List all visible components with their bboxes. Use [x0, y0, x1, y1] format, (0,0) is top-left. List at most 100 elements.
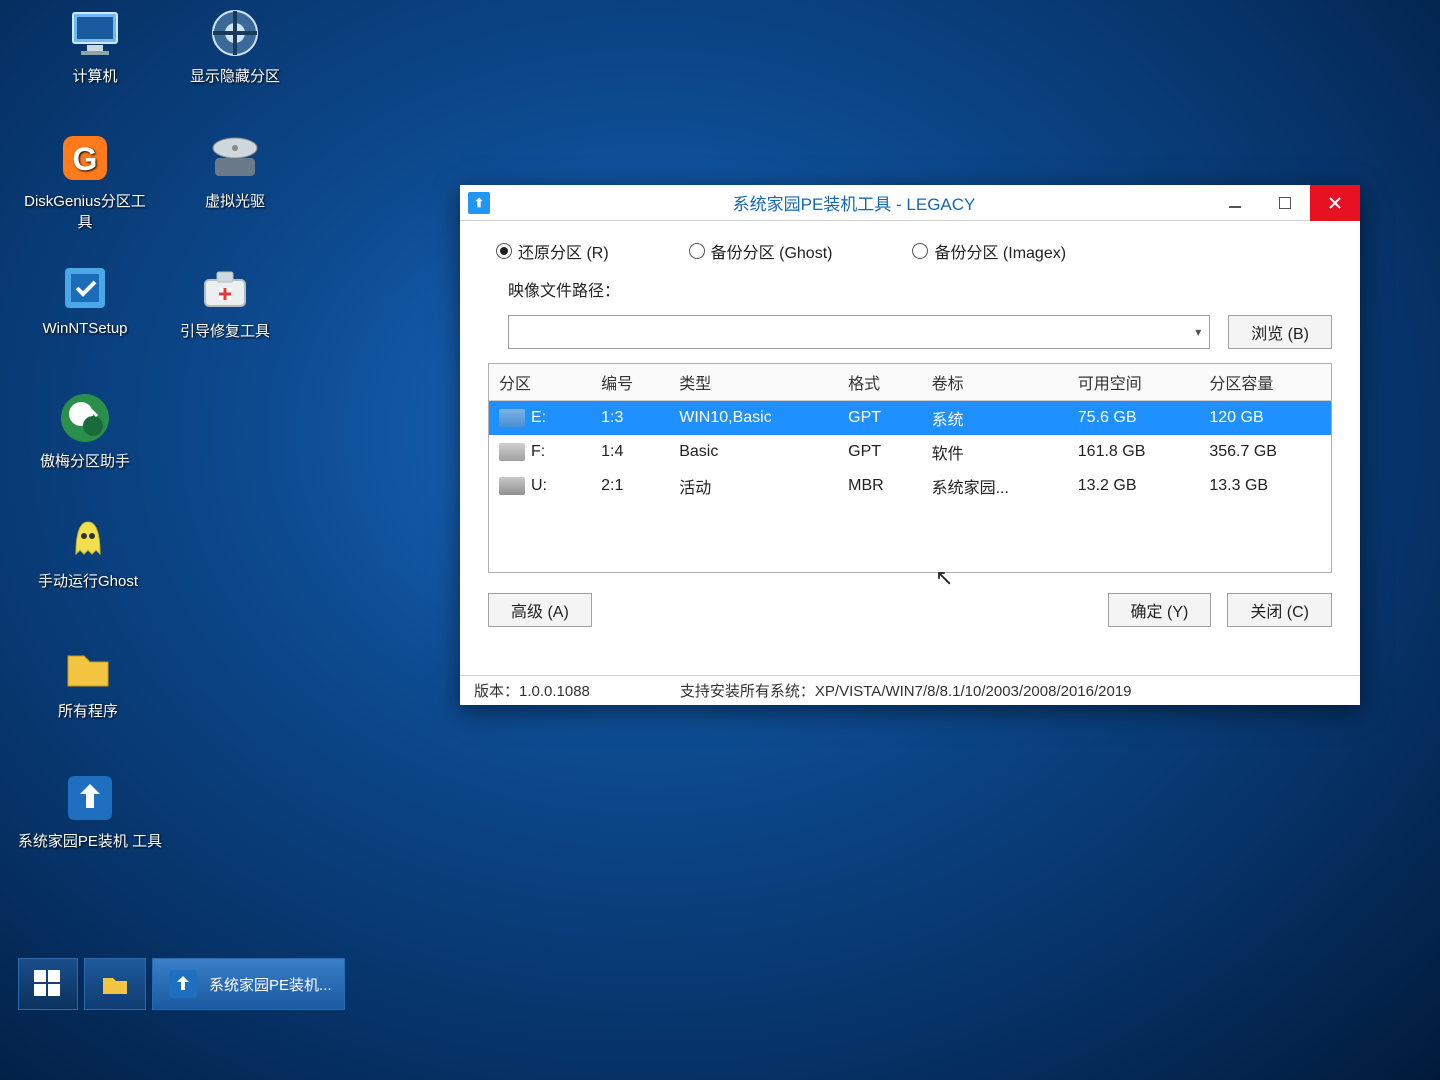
desktop-icon-diskgenius[interactable]: G DiskGenius分区工具: [20, 130, 150, 232]
radio-dot-icon: [496, 243, 512, 259]
table-cell: 13.2 GB: [1068, 469, 1200, 503]
desktop-icon-boot-repair[interactable]: 引导修复工具: [160, 260, 290, 341]
minimize-icon: [1229, 197, 1241, 209]
taskbar: 系统家园PE装机...: [18, 958, 345, 1010]
button-label: 高级 (A): [511, 598, 569, 622]
app-icon: ⬆: [468, 192, 490, 214]
table-cell: 1:3: [591, 401, 669, 436]
ok-button[interactable]: 确定 (Y): [1108, 593, 1212, 627]
computer-icon: [67, 5, 123, 61]
table-cell: 活动: [669, 469, 838, 503]
advanced-button[interactable]: 高级 (A): [488, 593, 592, 627]
button-label: 确定 (Y): [1131, 598, 1189, 622]
table-cell: GPT: [838, 401, 921, 436]
table-row[interactable]: E:1:3WIN10,BasicGPT系统75.6 GB120 GB: [489, 401, 1331, 436]
partition-icon: [207, 5, 263, 61]
maximize-icon: [1279, 197, 1291, 209]
taskbar-item-explorer[interactable]: [84, 958, 146, 1010]
table-header[interactable]: 编号: [591, 364, 669, 401]
desktop-icon-label: 显示隐藏分区: [190, 65, 280, 86]
radio-restore[interactable]: 还原分区 (R): [496, 239, 609, 263]
table-row[interactable]: U:2:1活动MBR系统家园...13.2 GB13.3 GB: [489, 469, 1331, 503]
table-cell: 软件: [922, 435, 1068, 469]
table-cell: WIN10,Basic: [669, 401, 838, 436]
table-cell: MBR: [838, 469, 921, 503]
table-cell: 356.7 GB: [1199, 435, 1331, 469]
table-header[interactable]: 格式: [838, 364, 921, 401]
drive-icon: [499, 409, 525, 427]
desktop-icon-label: 手动运行Ghost: [38, 570, 138, 591]
desktop-icon-virtual-cd[interactable]: 虚拟光驱: [170, 130, 300, 211]
desktop-icon-winntsetup[interactable]: WinNTSetup: [20, 260, 150, 337]
toolbox-icon: [197, 260, 253, 316]
ghost-icon: [60, 510, 116, 566]
drive-icon: [499, 443, 525, 461]
desktop-icon-aomei[interactable]: 傲梅分区助手: [20, 390, 150, 471]
table-cell: Basic: [669, 435, 838, 469]
aomei-icon: [57, 390, 113, 446]
radio-label: 还原分区 (R): [518, 239, 609, 263]
desktop-icon-label: 计算机: [72, 65, 117, 86]
desktop-icon-label: WinNTSetup: [42, 320, 127, 337]
table-cell: 13.3 GB: [1199, 469, 1331, 503]
version-label: 版本：1.0.0.1088: [474, 680, 590, 701]
folder-icon: [60, 640, 116, 696]
desktop-icon-pe-tool[interactable]: 系统家园PE装机 工具: [15, 770, 165, 851]
diskgenius-icon: G: [57, 130, 113, 186]
desktop-icon-computer[interactable]: 计算机: [30, 5, 160, 86]
browse-button[interactable]: 浏览 (B): [1228, 315, 1332, 349]
image-path-label: 映像文件路径：: [508, 277, 620, 301]
pe-tool-icon: [62, 770, 118, 826]
chevron-down-icon: ▾: [1195, 325, 1201, 339]
minimize-button[interactable]: [1210, 185, 1260, 221]
table-header[interactable]: 卷标: [922, 364, 1068, 401]
desktop-icon-label: 系统家园PE装机 工具: [18, 830, 162, 851]
radio-label: 备份分区 (Imagex): [934, 239, 1066, 263]
radio-backup-ghost[interactable]: 备份分区 (Ghost): [689, 239, 833, 263]
pe-tool-icon: [165, 966, 201, 1002]
support-label: 支持安装所有系统：XP/VISTA/WIN7/8/8.1/10/2003/200…: [680, 680, 1346, 701]
desktop-icon-label: 虚拟光驱: [205, 190, 265, 211]
statusbar: 版本：1.0.0.1088 支持安装所有系统：XP/VISTA/WIN7/8/8…: [460, 675, 1360, 705]
windows-icon: [34, 970, 62, 998]
desktop-icon-ghost[interactable]: 手动运行Ghost: [23, 510, 153, 591]
taskbar-item-label: 系统家园PE装机...: [209, 974, 332, 995]
table-header[interactable]: 可用空间: [1068, 364, 1200, 401]
close-dialog-button[interactable]: 关闭 (C): [1227, 593, 1332, 627]
start-button[interactable]: [18, 958, 78, 1010]
partition-table[interactable]: 分区编号类型格式卷标可用空间分区容量 E:1:3WIN10,BasicGPT系统…: [488, 363, 1332, 573]
close-button[interactable]: [1310, 185, 1360, 221]
table-cell: 120 GB: [1199, 401, 1331, 436]
desktop-icon-label: 傲梅分区助手: [40, 450, 130, 471]
titlebar[interactable]: ⬆ 系统家园PE装机工具 - LEGACY: [460, 185, 1360, 221]
table-header[interactable]: 分区: [489, 364, 591, 401]
desktop-icon-all-programs[interactable]: 所有程序: [23, 640, 153, 721]
table-header[interactable]: 类型: [669, 364, 838, 401]
setup-icon: [57, 260, 113, 316]
desktop-icon-label: DiskGenius分区工具: [20, 190, 150, 232]
table-cell: 161.8 GB: [1068, 435, 1200, 469]
pe-tool-window: ⬆ 系统家园PE装机工具 - LEGACY 还原分区 (R) 备份分区 (Gho…: [460, 185, 1360, 705]
image-path-dropdown[interactable]: ▾: [508, 315, 1210, 349]
table-cell: E:: [489, 401, 591, 436]
table-cell: 1:4: [591, 435, 669, 469]
table-row[interactable]: F:1:4BasicGPT软件161.8 GB356.7 GB: [489, 435, 1331, 469]
button-label: 浏览 (B): [1251, 320, 1309, 344]
radio-dot-icon: [912, 243, 928, 259]
taskbar-item-pe-tool[interactable]: 系统家园PE装机...: [152, 958, 345, 1010]
desktop-icon-show-hidden[interactable]: 显示隐藏分区: [170, 5, 300, 86]
table-cell: 系统: [922, 401, 1068, 436]
table-cell: 75.6 GB: [1068, 401, 1200, 436]
svg-text:G: G: [73, 141, 98, 177]
table-header[interactable]: 分区容量: [1199, 364, 1331, 401]
desktop-icon-label: 所有程序: [58, 700, 118, 721]
desktop-icon-label: 引导修复工具: [180, 320, 270, 341]
table-cell: 系统家园...: [922, 469, 1068, 503]
table-cell: F:: [489, 435, 591, 469]
maximize-button[interactable]: [1260, 185, 1310, 221]
radio-label: 备份分区 (Ghost): [711, 239, 833, 263]
folder-icon: [97, 966, 133, 1002]
radio-backup-imagex[interactable]: 备份分区 (Imagex): [912, 239, 1066, 263]
window-title: 系统家园PE装机工具 - LEGACY: [498, 190, 1210, 215]
mode-radio-group: 还原分区 (R) 备份分区 (Ghost) 备份分区 (Imagex): [488, 239, 1332, 263]
